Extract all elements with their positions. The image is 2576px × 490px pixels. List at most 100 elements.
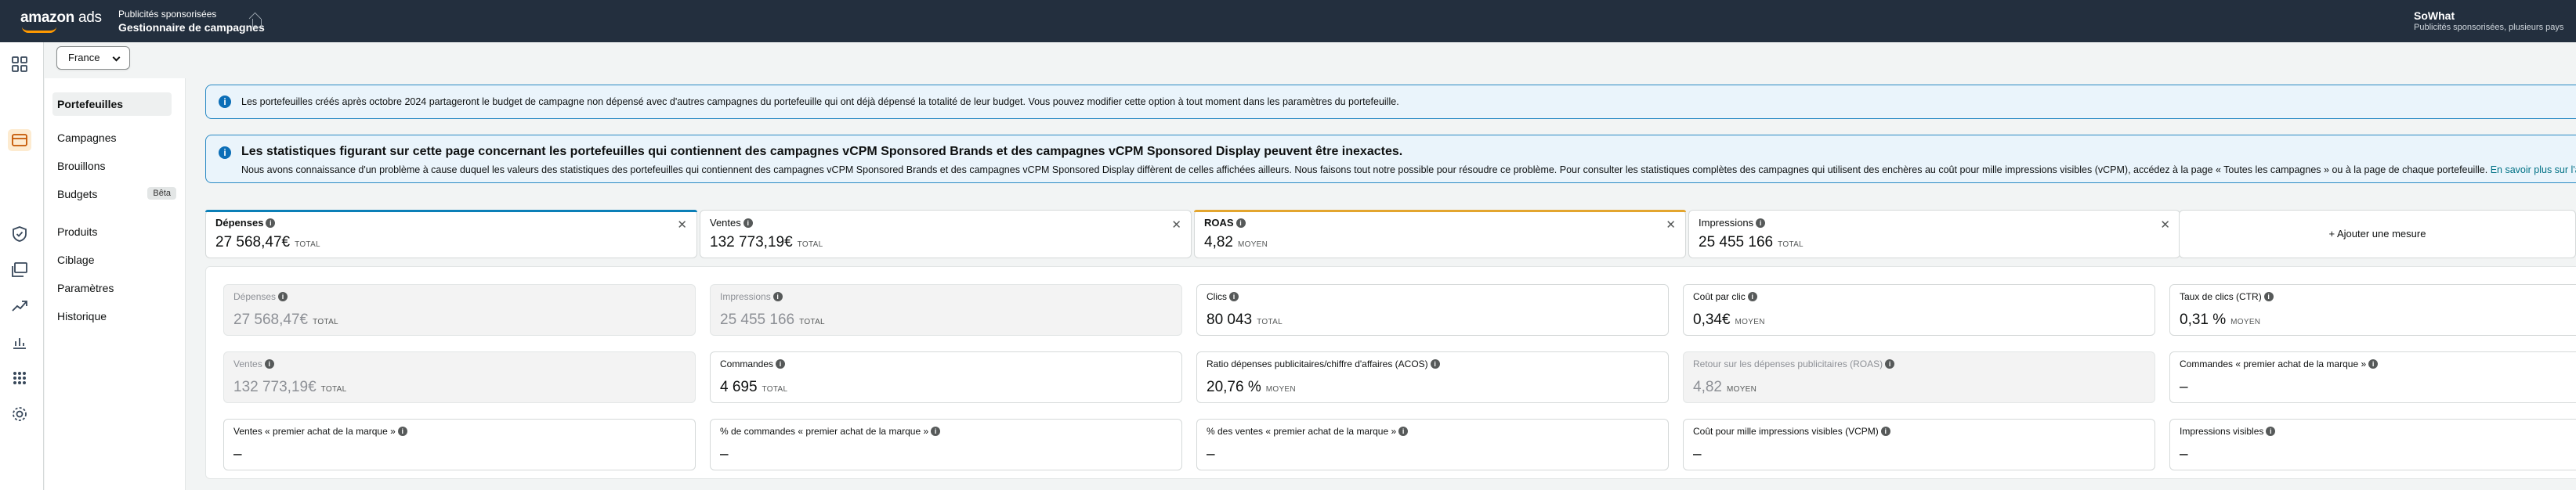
metric-card[interactable]: Retour sur les dépenses publicitaires (R… (1683, 351, 2155, 403)
metric-card-label: Commandes i (720, 358, 786, 369)
info-icon[interactable]: i (2266, 427, 2276, 436)
info-icon[interactable]: i (743, 218, 753, 228)
metric-card[interactable]: Ventes « premier achat de la marque » i – (223, 419, 696, 470)
chevron-down-icon (112, 53, 121, 62)
info-icon[interactable]: i (266, 218, 276, 228)
info-icon[interactable]: i (1229, 292, 1239, 301)
metric-label: ROAS i (1204, 217, 1246, 229)
info-icon[interactable]: i (264, 359, 274, 369)
nav-item-parametres[interactable]: Paramètres (57, 276, 176, 300)
info-icon[interactable]: i (776, 359, 786, 369)
nav-item-brouillons[interactable]: Brouillons (57, 154, 176, 178)
shield-icon[interactable] (11, 225, 28, 243)
metric-card-label: Ventes i (233, 358, 274, 369)
account-name[interactable]: SoWhat (2414, 9, 2455, 22)
gear-icon[interactable] (11, 405, 28, 423)
metric-card[interactable]: % de commandes « premier achat de la mar… (710, 419, 1182, 470)
info-alert-budget: i Les portefeuilles créés après octobre … (205, 85, 2576, 119)
metric-picker-panel: Dépenses i 27 568,47€ TOTAL Impressions i 25 4… (205, 266, 2576, 479)
learn-more-link[interactable]: En savoir plus sur l'attribution basée s… (2491, 164, 2576, 175)
top-bar: amazon ads Publicités sponsorisées Gestio… (0, 0, 2576, 42)
metric-card-label: Dépenses i (233, 291, 288, 302)
info-icon[interactable]: i (772, 292, 783, 301)
left-rail (0, 42, 44, 490)
metric-card-label: Coût par clic i (1693, 291, 1757, 302)
smile-icon (22, 27, 56, 33)
metric-card-value: 4,82 MOYEN (1693, 379, 1757, 395)
account-scope[interactable]: Publicités sponsorisées, plusieurs pays (2414, 23, 2563, 32)
nav-item-produits[interactable]: Produits (57, 220, 176, 243)
metric-card-value: 25 455 166 TOTAL (720, 312, 825, 328)
info-icon[interactable]: i (397, 427, 407, 436)
close-icon[interactable] (1171, 218, 1181, 232)
country-value: France (68, 52, 100, 63)
metric-card[interactable]: Coût pour mille impressions visibles (VC… (1683, 419, 2155, 470)
info-icon[interactable]: i (1756, 218, 1766, 228)
metric-card-value: – (1693, 446, 1702, 463)
metric-card[interactable]: Dépenses i 27 568,47€ TOTAL (223, 284, 696, 336)
info-icon[interactable]: i (1880, 427, 1890, 436)
metric-card-value: 4 695 TOTAL (720, 379, 788, 395)
apps-grid-icon[interactable] (11, 369, 28, 387)
info-icon[interactable]: i (278, 292, 288, 301)
alert-text: Nous avons connaissance d'un problème à … (241, 164, 2576, 175)
metric-tile-impressions[interactable]: Impressions i 25 455 166 TOTAL (1688, 210, 2180, 258)
sub-navigation: Portefeuilles Campagnes Brouillons Budge… (45, 78, 186, 490)
metric-tile-roas[interactable]: ROAS i 4,82 MOYEN (1194, 210, 1686, 258)
metric-card[interactable]: Ventes i 132 773,19€ TOTAL (223, 351, 696, 403)
metric-card[interactable]: % des ventes « premier achat de la marqu… (1196, 419, 1669, 470)
home-icon[interactable] (252, 19, 262, 27)
media-icon[interactable] (11, 261, 28, 279)
dashboard-icon[interactable] (11, 56, 28, 73)
metric-label: Dépenses i (215, 217, 276, 229)
info-icon[interactable]: i (931, 427, 941, 436)
metric-color-bar (1194, 210, 1686, 212)
metric-card-label: % de commandes « premier achat de la mar… (720, 426, 941, 437)
close-icon[interactable] (677, 218, 687, 232)
metric-label: Impressions i (1699, 217, 1766, 229)
nav-item-ciblage[interactable]: Ciblage (57, 248, 176, 272)
nav-item-portefeuilles[interactable]: Portefeuilles (52, 92, 172, 116)
close-icon[interactable] (1666, 218, 1676, 232)
metric-card-value: – (233, 446, 242, 463)
metric-card-label: Commandes « premier achat de la marque »… (2180, 358, 2379, 369)
info-icon[interactable]: i (1885, 359, 1895, 369)
info-icon[interactable]: i (1747, 292, 1757, 301)
page-title: Gestionnaire de campagnes (118, 21, 265, 34)
country-selector[interactable]: France (56, 46, 130, 70)
beta-badge: Bêta (147, 187, 176, 200)
nav-item-budgets[interactable]: Budgets Bêta (57, 182, 176, 206)
info-icon[interactable]: i (1398, 427, 1409, 436)
reports-icon[interactable] (11, 333, 28, 351)
metric-card[interactable]: Commandes « premier achat de la marque »… (2169, 351, 2576, 403)
trend-icon[interactable] (11, 297, 28, 315)
info-icon[interactable]: i (1430, 359, 1440, 369)
add-metric-button[interactable]: + Ajouter une mesure (2179, 210, 2576, 258)
metric-card-label: Retour sur les dépenses publicitaires (R… (1693, 358, 1895, 369)
info-icon[interactable]: i (1236, 218, 1246, 228)
metric-card-value: – (720, 446, 729, 463)
metric-card-label: Impressions i (720, 291, 783, 302)
info-icon[interactable]: i (2263, 292, 2274, 301)
metric-card[interactable]: Impressions i 25 455 166 TOTAL (710, 284, 1182, 336)
metric-card[interactable]: Impressions visibles i – (2169, 419, 2576, 470)
metric-card[interactable]: Taux de clics (CTR) i 0,31 % MOYEN (2169, 284, 2576, 336)
metric-card-label: Clics i (1207, 291, 1239, 302)
campaign-manager-icon[interactable] (11, 132, 28, 149)
metric-tile-ventes[interactable]: Ventes i 132 773,19€ TOTAL (700, 210, 1192, 258)
nav-item-historique[interactable]: Historique (57, 304, 176, 328)
metric-card[interactable]: Commandes i 4 695 TOTAL (710, 351, 1182, 403)
close-icon[interactable] (2160, 218, 2170, 232)
logo-text: amazon (20, 9, 74, 26)
metric-card-value: 27 568,47€ TOTAL (233, 312, 338, 328)
metric-card[interactable]: Coût par clic i 0,34€ MOYEN (1683, 284, 2155, 336)
metric-label: Ventes i (710, 217, 753, 229)
info-icon[interactable]: i (2368, 359, 2379, 369)
metric-card[interactable]: Ratio dépenses publicitaires/chiffre d'a… (1196, 351, 1669, 403)
metric-card-label: Coût pour mille impressions visibles (VC… (1693, 426, 1890, 437)
metric-card[interactable]: Clics i 80 043 TOTAL (1196, 284, 1669, 336)
amazon-ads-logo[interactable]: amazon ads (20, 9, 102, 33)
metric-card-value: 0,31 % MOYEN (2180, 312, 2261, 328)
metric-tile-depenses[interactable]: Dépenses i 27 568,47€ TOTAL (205, 210, 697, 258)
nav-item-campagnes[interactable]: Campagnes (57, 126, 176, 150)
